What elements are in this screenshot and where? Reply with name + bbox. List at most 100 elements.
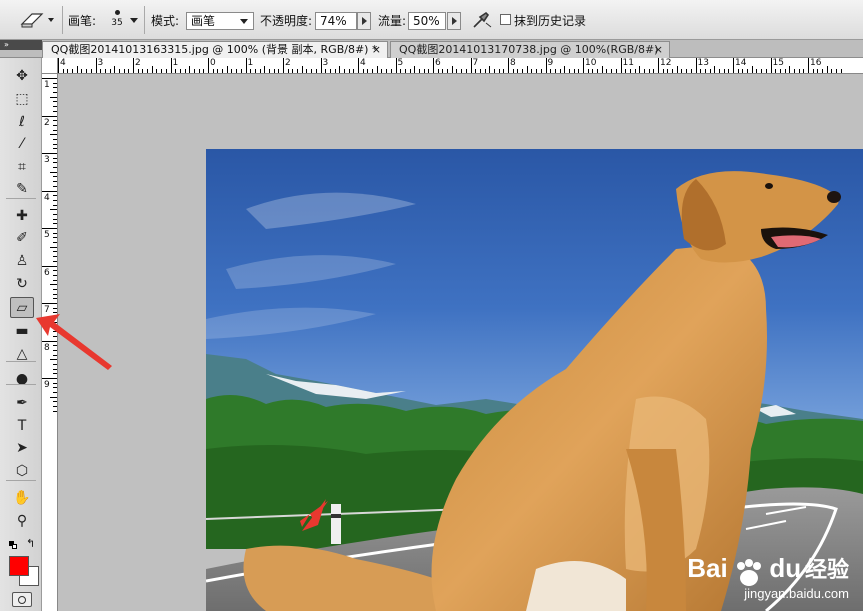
ruler-tick bbox=[779, 69, 781, 73]
ruler-label: 14 bbox=[735, 58, 747, 68]
document-image[interactable] bbox=[206, 149, 863, 611]
marquee-tool-icon[interactable]: ⬚ bbox=[10, 89, 34, 110]
close-icon[interactable]: × bbox=[654, 42, 663, 58]
ruler-tick bbox=[53, 274, 57, 276]
ruler-tick bbox=[573, 69, 575, 73]
path-selection-tool-icon[interactable]: ➤ bbox=[10, 438, 34, 459]
horizontal-ruler[interactable]: 4 3 2 1 0 1 2 3 4 5 6 7 8 9 10 11 12 13 14 15 16 bbox=[58, 58, 863, 74]
hand-tool-icon[interactable]: ✋ bbox=[10, 488, 34, 509]
erase-to-history-checkbox[interactable] bbox=[500, 14, 511, 25]
ruler-tick bbox=[503, 69, 505, 73]
ruler-tick bbox=[297, 69, 299, 73]
ruler-tick bbox=[67, 69, 69, 73]
swap-colors-icon[interactable]: ↰ bbox=[26, 537, 35, 550]
brush-preset-picker[interactable]: 35 bbox=[103, 6, 131, 36]
ruler-tick bbox=[53, 129, 57, 131]
baidu-jingyan-watermark: Bai du 经验 jingyan.baidu.com bbox=[687, 552, 849, 602]
ruler-tick bbox=[784, 69, 786, 73]
ruler-tick bbox=[634, 69, 636, 73]
opacity-input[interactable]: 74% bbox=[315, 12, 357, 30]
ruler-tick bbox=[42, 228, 57, 229]
ruler-tick bbox=[493, 69, 495, 73]
brush-tool-icon[interactable]: ✐ bbox=[10, 228, 34, 249]
crop-tool-icon[interactable]: ⌗ bbox=[10, 157, 34, 178]
tool-preset-picker[interactable] bbox=[14, 8, 58, 32]
ruler-tick bbox=[53, 288, 57, 290]
lasso-tool-icon[interactable]: ℓ bbox=[10, 112, 34, 133]
flow-input[interactable]: 50% bbox=[408, 12, 446, 30]
opacity-slider-button[interactable] bbox=[357, 12, 371, 30]
toolbox-separator bbox=[6, 384, 36, 385]
flow-slider-button[interactable] bbox=[447, 12, 461, 30]
ruler-tick bbox=[658, 58, 659, 73]
ruler-tick bbox=[50, 96, 57, 98]
ruler-tick bbox=[714, 66, 716, 73]
tab-document-1[interactable]: QQ截图20141013163315.jpg @ 100% (背景 副本, RG… bbox=[42, 41, 388, 58]
ruler-tick bbox=[681, 69, 683, 73]
pen-tool-icon[interactable]: ✒ bbox=[10, 393, 34, 414]
ruler-label: 4 bbox=[360, 58, 366, 68]
ruler-tick bbox=[554, 69, 556, 73]
ruler-tick bbox=[404, 69, 406, 73]
erase-to-history-label: 抹到历史记录 bbox=[514, 14, 587, 28]
ruler-label: 2 bbox=[44, 117, 50, 128]
healing-brush-tool-icon[interactable]: ✚ bbox=[10, 206, 34, 227]
ruler-tick bbox=[264, 66, 266, 73]
eyedropper-tool-icon[interactable]: ✎ bbox=[10, 179, 34, 200]
ruler-tick bbox=[50, 171, 57, 173]
ruler-origin[interactable] bbox=[42, 58, 58, 74]
ruler-tick bbox=[287, 69, 289, 73]
ruler-tick bbox=[53, 270, 57, 272]
ruler-tick bbox=[334, 69, 336, 73]
ruler-tick bbox=[118, 69, 120, 73]
airbrush-icon[interactable] bbox=[472, 11, 492, 29]
ruler-tick bbox=[53, 387, 57, 389]
ruler-tick bbox=[53, 176, 57, 178]
ruler-tick bbox=[700, 69, 702, 73]
type-tool-icon[interactable]: T bbox=[10, 416, 34, 437]
quick-mask-button[interactable] bbox=[12, 592, 32, 607]
ruler-tick bbox=[50, 396, 57, 398]
mode-select[interactable]: 画笔 bbox=[186, 12, 254, 30]
ruler-tick bbox=[836, 69, 838, 73]
ruler-tick bbox=[72, 69, 74, 73]
ruler-tick bbox=[517, 69, 519, 73]
ruler-tick bbox=[53, 382, 57, 384]
ruler-tick bbox=[53, 87, 57, 89]
brush-dropdown-icon[interactable] bbox=[130, 18, 138, 23]
ruler-tick bbox=[522, 69, 524, 73]
canvas-area[interactable]: Bai du 经验 jingyan.baidu.com bbox=[58, 74, 863, 611]
ruler-tick bbox=[695, 58, 697, 73]
ruler-tick bbox=[615, 69, 617, 73]
ruler-tick bbox=[545, 58, 547, 73]
collapse-panel-button[interactable]: » bbox=[0, 40, 42, 50]
zoom-tool-icon[interactable]: ⚲ bbox=[10, 511, 34, 532]
clone-stamp-tool-icon[interactable]: ♙ bbox=[10, 251, 34, 272]
quick-selection-tool-icon[interactable]: ⁄ bbox=[10, 134, 34, 155]
ruler-tick bbox=[53, 181, 57, 183]
ruler-tick bbox=[826, 66, 828, 73]
ruler-tick bbox=[817, 69, 819, 73]
shape-tool-icon[interactable]: ⬡ bbox=[10, 461, 34, 482]
ruler-tick bbox=[723, 69, 725, 73]
ruler-tick bbox=[76, 66, 78, 73]
ruler-tick bbox=[53, 120, 57, 122]
brush-size: 35 bbox=[111, 18, 123, 28]
move-tool-icon[interactable]: ✥ bbox=[10, 66, 34, 87]
paw-icon bbox=[736, 559, 761, 586]
ruler-tick bbox=[583, 58, 584, 73]
ruler-tick bbox=[639, 66, 641, 73]
tab-document-2[interactable]: QQ截图20141013170738.jpg @ 100%(RGB/8#) × bbox=[390, 41, 670, 58]
ruler-tick bbox=[53, 204, 57, 206]
close-icon[interactable]: × bbox=[372, 42, 381, 58]
ruler-tick bbox=[53, 199, 57, 201]
ruler-tick bbox=[465, 69, 467, 73]
history-brush-tool-icon[interactable]: ↻ bbox=[10, 274, 34, 295]
ruler-tick bbox=[653, 69, 655, 73]
default-colors-icon[interactable] bbox=[9, 541, 17, 549]
ruler-tick bbox=[376, 66, 378, 73]
ruler-tick bbox=[42, 378, 57, 379]
ruler-tick bbox=[643, 69, 645, 73]
foreground-color-swatch[interactable] bbox=[9, 556, 29, 576]
ruler-label: 5 bbox=[44, 230, 50, 240]
